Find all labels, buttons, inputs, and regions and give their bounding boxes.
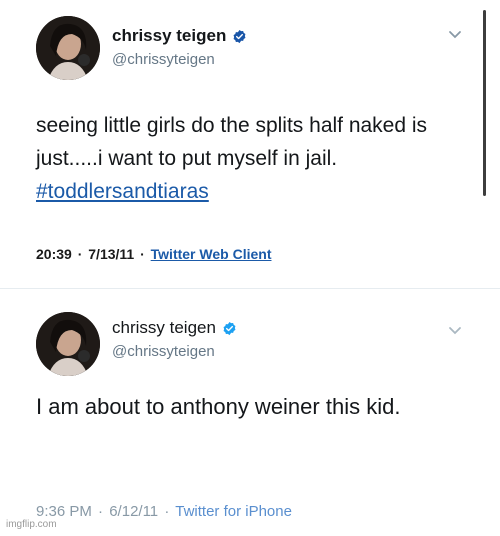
user-handle[interactable]: @chrissyteigen bbox=[112, 51, 215, 68]
meta-separator: · bbox=[77, 246, 83, 262]
avatar[interactable] bbox=[36, 16, 100, 80]
tweet-client-link[interactable]: Twitter for iPhone bbox=[175, 503, 292, 520]
verified-badge-icon bbox=[233, 29, 246, 43]
meta-separator: · bbox=[164, 503, 170, 520]
tweet-body: seeing little girls do the splits half n… bbox=[36, 114, 428, 170]
scrollbar[interactable] bbox=[483, 10, 486, 196]
watermark: imgflip.com bbox=[6, 519, 57, 530]
avatar[interactable] bbox=[36, 312, 100, 376]
display-name[interactable]: chrissy teigen bbox=[112, 318, 216, 338]
profile-avatar-image bbox=[36, 312, 100, 376]
tweet-body: I am about to anthony weiner this kid. bbox=[36, 394, 401, 419]
chevron-down-icon[interactable] bbox=[448, 30, 462, 40]
tweet-card-2[interactable]: chrissy teigen @chrissyteigen I am about… bbox=[0, 290, 500, 536]
tweet-date[interactable]: 6/12/11 bbox=[109, 503, 158, 520]
tweet-text: seeing little girls do the splits half n… bbox=[36, 109, 470, 208]
author-name-row: chrissy teigen bbox=[112, 26, 247, 46]
meta-separator: · bbox=[140, 246, 145, 262]
verified-badge-icon bbox=[223, 321, 236, 335]
chevron-down-icon[interactable] bbox=[448, 326, 462, 336]
display-name[interactable]: chrissy teigen bbox=[112, 26, 226, 46]
user-handle[interactable]: @chrissyteigen bbox=[112, 343, 215, 360]
tweet-metadata: 9:36 PM · 6/12/11 · Twitter for iPhone bbox=[36, 503, 292, 520]
tweet-time[interactable]: 9:36 PM bbox=[36, 503, 92, 520]
meta-separator: · bbox=[98, 503, 104, 520]
hashtag-link[interactable]: #toddlersandtiaras bbox=[36, 180, 209, 203]
tweet-card-1[interactable]: chrissy teigen @chrissyteigen seeing lit… bbox=[0, 0, 500, 290]
tweet-time[interactable]: 20:39 bbox=[36, 246, 72, 262]
tweet-divider bbox=[0, 288, 500, 289]
profile-avatar-image bbox=[36, 16, 100, 80]
tweet-date[interactable]: 7/13/11 bbox=[88, 246, 134, 262]
author-name-row: chrissy teigen bbox=[112, 318, 237, 338]
tweet-metadata: 20:39 · 7/13/11 · Twitter Web Client bbox=[36, 246, 271, 262]
tweet-client-link[interactable]: Twitter Web Client bbox=[151, 246, 272, 262]
tweet-text: I am about to anthony weiner this kid. bbox=[36, 389, 470, 424]
